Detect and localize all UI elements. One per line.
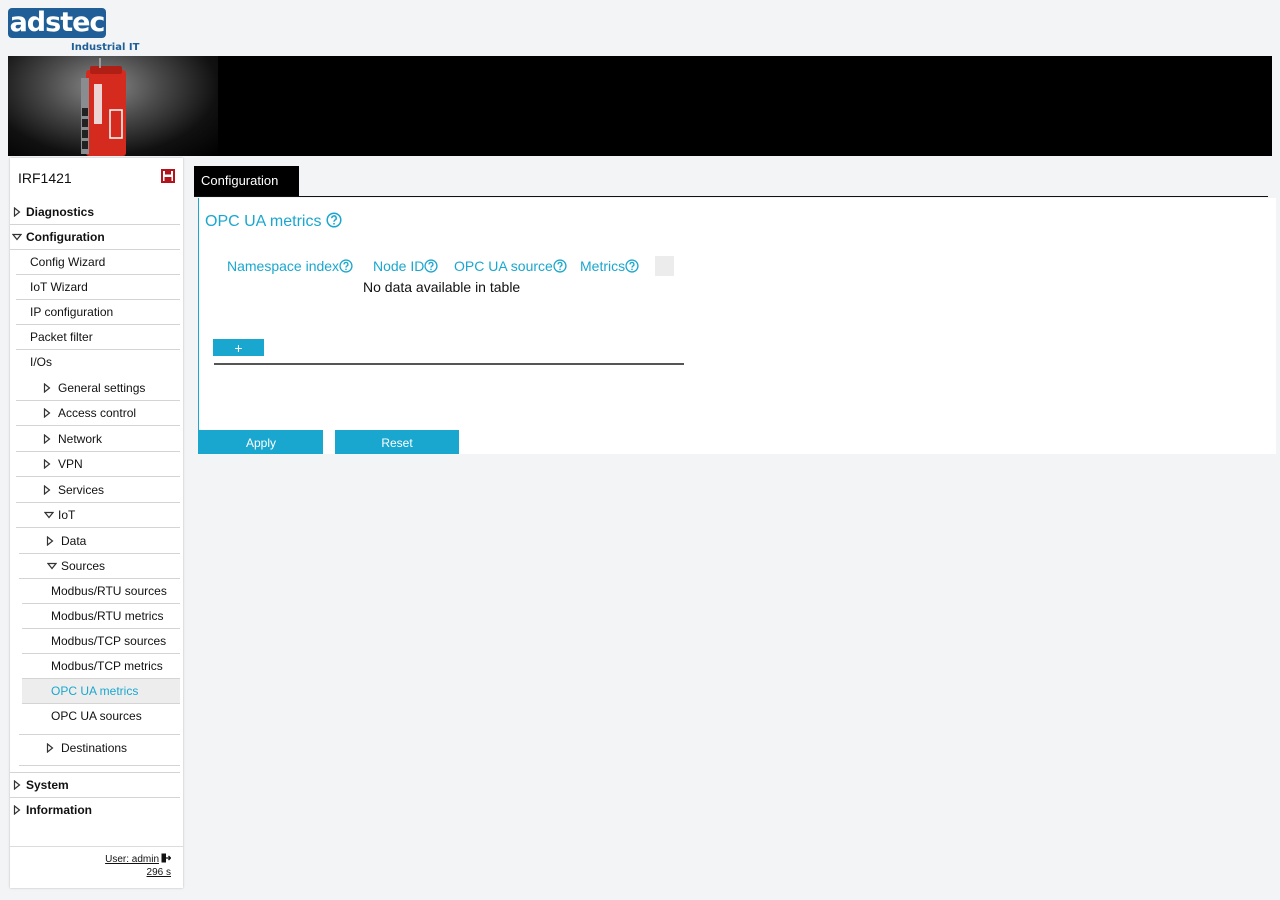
sidebar-item-access-control[interactable]: Access control — [16, 401, 180, 426]
column-header-label: Metrics — [580, 258, 626, 274]
sidebar-item-opc-ua-metrics[interactable]: OPC UA metrics — [22, 679, 180, 704]
session-timer[interactable]: 296 s — [147, 867, 171, 878]
column-header-namespace-index[interactable]: Namespace index — [225, 256, 355, 276]
caret-right-icon — [43, 383, 51, 393]
logo-wordmark: adstec — [8, 7, 106, 38]
sidebar-item-label: Configuration — [26, 230, 105, 244]
sidebar-item-modbus-rtu-metrics[interactable]: Modbus/RTU metrics — [22, 604, 180, 629]
sidebar-footer: User: admin 296 s — [10, 846, 183, 888]
help-icon[interactable] — [553, 259, 567, 273]
column-header-node-id[interactable]: Node ID — [371, 256, 440, 276]
page-title: OPC UA metrics — [205, 212, 342, 231]
sidebar-item-packet-filter[interactable]: Packet filter — [16, 325, 180, 350]
sidebar-item-label: Diagnostics — [26, 205, 95, 219]
sidebar-item-network[interactable]: Network — [16, 427, 180, 452]
sidebar-item-data[interactable]: Data — [19, 529, 180, 554]
sidebar-item-opc-ua-sources[interactable]: OPC UA sources — [22, 704, 180, 729]
table-divider — [214, 363, 684, 365]
sidebar-item-label: General settings — [58, 381, 146, 395]
sidebar-item-label: I/Os — [30, 355, 53, 369]
save-icon[interactable] — [161, 169, 175, 183]
sidebar-item-modbus-tcp-metrics[interactable]: Modbus/TCP metrics — [22, 654, 180, 679]
sidebar-item-iot-wizard[interactable]: IoT Wizard — [16, 275, 180, 300]
help-icon[interactable] — [339, 259, 353, 273]
sidebar-item-vpn[interactable]: VPN — [16, 452, 180, 477]
sidebar-item-sources[interactable]: Sources — [19, 554, 180, 579]
tab-bar: Configuration — [194, 166, 1268, 197]
add-row-button[interactable]: + — [213, 339, 264, 356]
user-logout-link[interactable]: User: admin — [105, 854, 159, 865]
column-header-metrics[interactable]: Metrics — [578, 256, 641, 276]
help-icon[interactable] — [424, 259, 438, 273]
caret-right-icon — [13, 805, 21, 815]
sidebar-item-configuration[interactable]: Configuration — [10, 225, 180, 250]
sidebar-item-ios[interactable]: I/Os — [16, 350, 180, 375]
sidebar-item-label: Sources — [61, 559, 106, 573]
sidebar-item-destinations[interactable]: Destinations — [19, 734, 180, 766]
sidebar-item-information[interactable]: Information — [10, 798, 180, 823]
caret-right-icon — [43, 408, 51, 418]
caret-right-icon — [46, 743, 54, 753]
caret-right-icon — [13, 207, 21, 217]
sidebar-item-label: VPN — [58, 457, 83, 471]
sidebar-item-iot[interactable]: IoT — [16, 503, 180, 528]
logout-icon[interactable] — [161, 853, 171, 863]
sidebar-item-label: IoT Wizard — [30, 280, 88, 294]
user-label: User: admin — [105, 854, 159, 865]
caret-right-icon — [43, 485, 51, 495]
sidebar-item-label: IoT — [58, 508, 76, 522]
sidebar-item-label: System — [26, 778, 69, 792]
sidebar-item-label: Packet filter — [30, 330, 93, 344]
router-device-image — [81, 58, 126, 156]
column-header-label: Node ID — [373, 258, 425, 274]
sidebar-item-label: Modbus/RTU metrics — [51, 609, 164, 623]
caret-right-icon — [43, 459, 51, 469]
help-icon[interactable] — [625, 259, 639, 273]
header-banner — [8, 56, 1272, 156]
sidebar-item-diagnostics[interactable]: Diagnostics — [10, 200, 180, 225]
help-icon[interactable] — [326, 212, 342, 228]
sidebar-item-label: Config Wizard — [30, 255, 106, 269]
sidebar-item-system[interactable]: System — [10, 772, 180, 798]
sidebar-item-services[interactable]: Services — [16, 478, 180, 503]
sidebar-item-modbus-rtu-sources[interactable]: Modbus/RTU sources — [22, 579, 180, 604]
sidebar: IRF1421 Diagnostics Configuration Config… — [10, 158, 183, 888]
sidebar-item-config-wizard[interactable]: Config Wizard — [16, 250, 180, 275]
caret-down-icon — [12, 233, 22, 241]
sidebar-item-label: Destinations — [61, 741, 128, 755]
sidebar-item-ip-configuration[interactable]: IP configuration — [16, 300, 180, 325]
caret-down-icon — [44, 511, 54, 519]
session-timer-value: 296 s — [146, 867, 171, 878]
sidebar-item-general-settings[interactable]: General settings — [16, 376, 180, 401]
table-empty-message: No data available in table — [363, 279, 521, 295]
sidebar-item-label: OPC UA sources — [51, 709, 142, 723]
device-name: IRF1421 — [18, 170, 72, 186]
sidebar-item-label: Services — [58, 483, 105, 497]
caret-right-icon — [13, 780, 21, 790]
tab-configuration[interactable]: Configuration — [194, 166, 299, 196]
caret-right-icon — [46, 536, 54, 546]
sidebar-item-label: Network — [58, 432, 103, 446]
sidebar-item-label: Modbus/RTU sources — [51, 584, 167, 598]
sidebar-item-label: OPC UA metrics — [51, 684, 139, 698]
sidebar-item-label: Information — [26, 803, 92, 817]
content-panel: OPC UA metrics Namespace index Node ID O… — [198, 198, 1276, 454]
sidebar-item-label: Modbus/TCP sources — [51, 634, 167, 648]
sidebar-item-label: Data — [61, 534, 87, 548]
column-header-label: OPC UA source — [454, 258, 553, 274]
sidebar-item-label: Modbus/TCP metrics — [51, 659, 163, 673]
column-header-actions — [655, 256, 674, 276]
logo-subtitle: Industrial IT — [71, 42, 140, 53]
caret-right-icon — [43, 434, 51, 444]
column-header-opc-ua-source[interactable]: OPC UA source — [452, 256, 569, 276]
sidebar-item-label: IP configuration — [30, 305, 114, 319]
reset-button[interactable]: Reset — [335, 430, 459, 454]
sidebar-item-label: Access control — [58, 406, 137, 420]
apply-button[interactable]: Apply — [199, 430, 323, 454]
brand-logo: adstec Industrial IT — [8, 7, 140, 54]
sidebar-item-modbus-tcp-sources[interactable]: Modbus/TCP sources — [22, 629, 180, 654]
page-title-text: OPC UA metrics — [205, 213, 322, 230]
column-header-label: Namespace index — [227, 258, 340, 274]
caret-down-icon — [47, 562, 57, 570]
